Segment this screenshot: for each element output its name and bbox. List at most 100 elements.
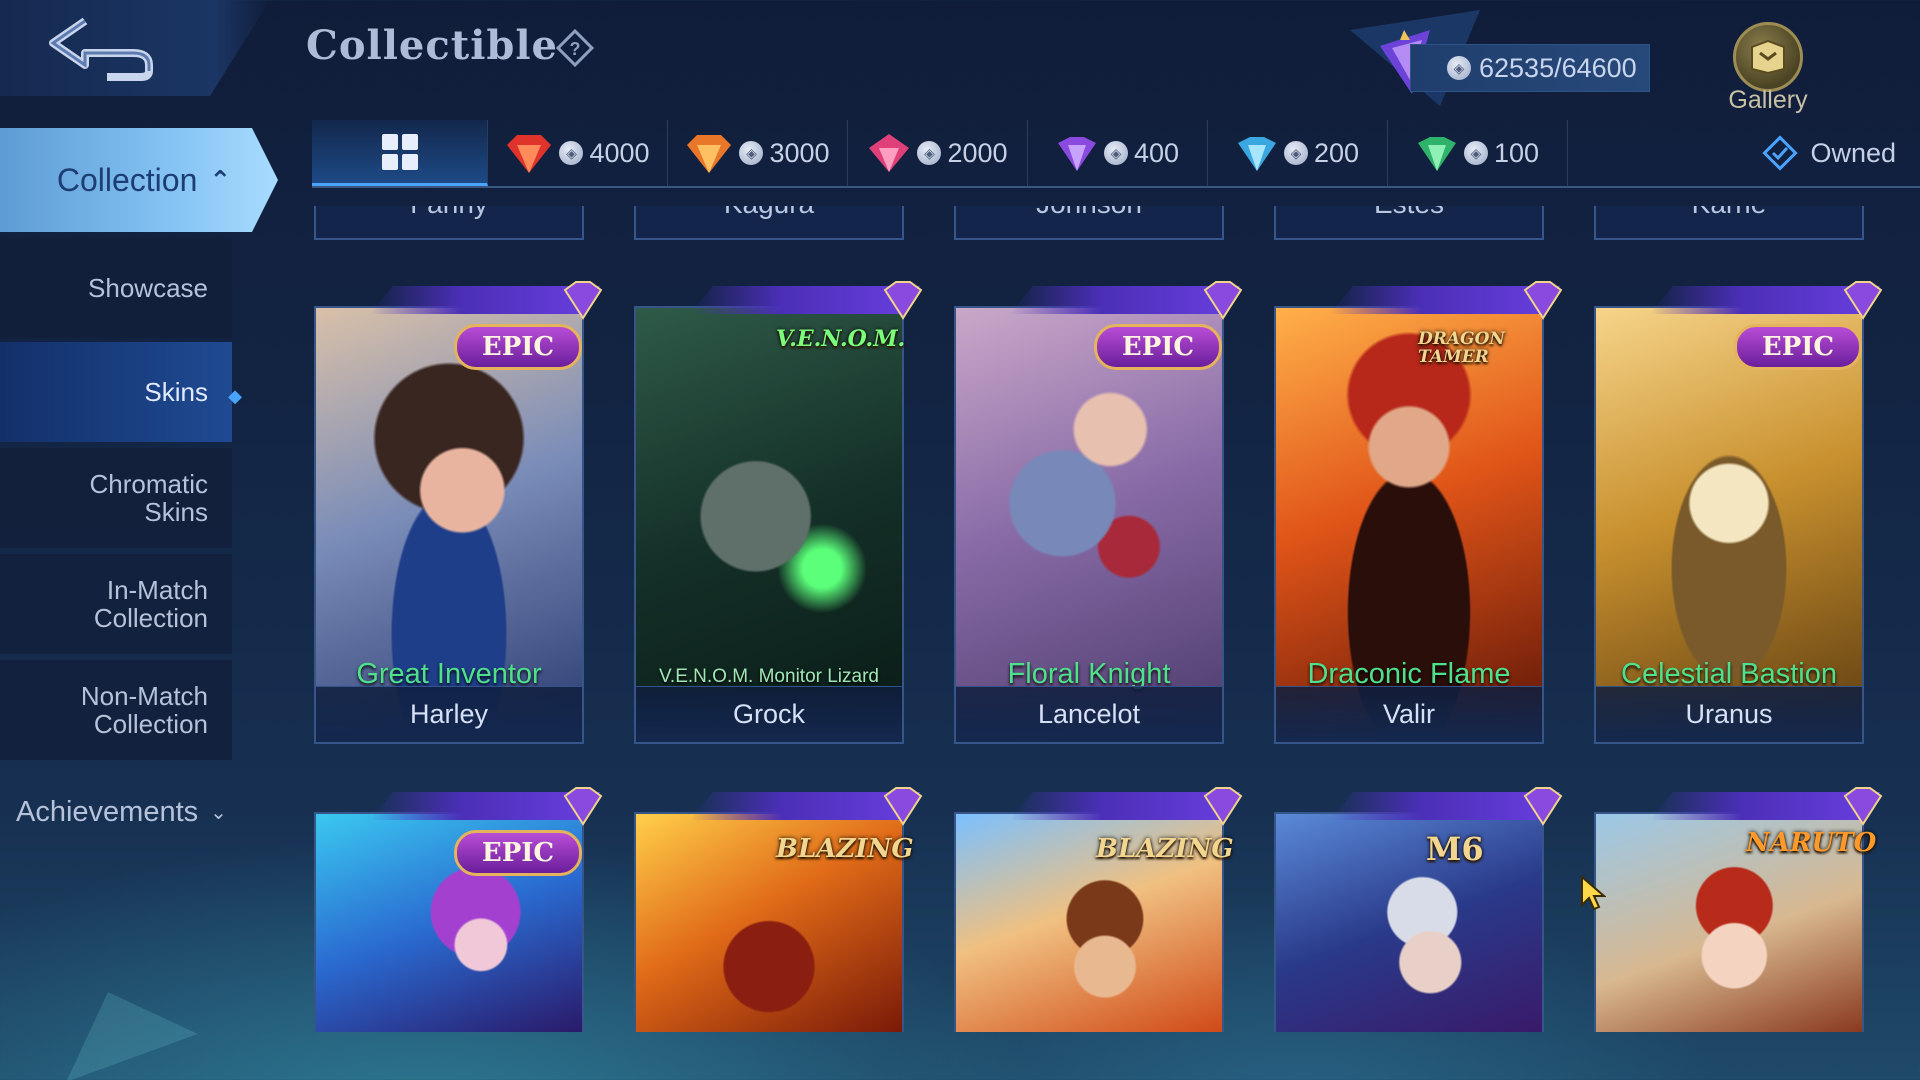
- partial-card[interactable]: Estes: [1274, 206, 1544, 240]
- sidebar-item-chromatic-skins[interactable]: Chromatic Skins: [0, 448, 232, 548]
- achievements-label: Achievements: [16, 796, 199, 828]
- coin-icon: ◈: [1283, 141, 1308, 165]
- skin-card[interactable]: M6: [1274, 787, 1563, 1032]
- tab-all[interactable]: [312, 120, 488, 186]
- tab-label: 4000: [589, 137, 650, 168]
- hero-name: Grock: [636, 686, 902, 742]
- mouse-cursor-icon: [1581, 875, 1606, 911]
- skin-card[interactable]: DRAGON TAMER Draconic Flame Valir: [1274, 281, 1563, 744]
- sidebar-item-non-match-collection[interactable]: Non-Match Collection: [0, 660, 232, 760]
- help-icon[interactable]: ?: [555, 28, 595, 68]
- skin-card[interactable]: EPIC Great Inventor Harley: [314, 281, 603, 744]
- collection-points: ◈ 62535/64600: [1410, 44, 1650, 92]
- coin-icon: ◈: [1103, 141, 1128, 165]
- skin-name: V.E.N.O.M. Monitor Lizard: [659, 666, 879, 687]
- sidebar-item-label: In-Match Collection: [93, 575, 208, 633]
- purple-crystal-icon: [563, 281, 603, 320]
- coin-icon: ◈: [1447, 56, 1471, 80]
- sidebar-item-showcase[interactable]: Showcase: [0, 238, 232, 338]
- skin-art: [1276, 814, 1542, 1032]
- gallery-icon: [1733, 22, 1803, 92]
- hero-name: Estes: [1276, 206, 1542, 220]
- back-button[interactable]: [0, 0, 270, 96]
- blue-crystal-icon: [1237, 137, 1276, 171]
- tab-200[interactable]: ◈ 200: [1208, 120, 1388, 186]
- epic-badge: EPIC: [1734, 324, 1862, 370]
- purple-crystal-icon: [883, 281, 923, 320]
- tab-100[interactable]: ◈ 100: [1388, 120, 1568, 186]
- series-logo: DRAGON TAMER: [1418, 329, 1505, 367]
- partial-card[interactable]: Karrie: [1594, 206, 1864, 240]
- sidebar-achievements[interactable]: Achievements ⌄: [16, 796, 227, 829]
- sidebar-item-label: Chromatic Skins: [89, 469, 208, 527]
- series-logo: V.E.N.O.M.: [776, 326, 906, 352]
- coin-icon: ◈: [739, 141, 764, 165]
- sidebar-item-in-match-collection[interactable]: In-Match Collection: [0, 554, 232, 654]
- green-crystal-icon: [1417, 137, 1456, 171]
- gallery-label: Gallery: [1728, 86, 1808, 114]
- skin-card[interactable]: NARUTO: [1594, 787, 1883, 1032]
- skin-card[interactable]: EPIC Floral Knight Lancelot: [954, 281, 1243, 744]
- skin-card[interactable]: EPIC Celestial Bastion Uranus: [1594, 281, 1883, 744]
- sidebar-collection-header[interactable]: Collection ⌃: [0, 128, 278, 232]
- hero-name: Valir: [1276, 686, 1542, 742]
- skin-card[interactable]: BLAZING: [634, 787, 923, 1032]
- epic-badge: EPIC: [454, 830, 582, 876]
- series-logo: NARUTO: [1746, 828, 1877, 858]
- purple-crystal-icon: [1523, 281, 1563, 320]
- sidebar-item-label: Non-Match Collection: [80, 681, 208, 739]
- coin-icon: ◈: [917, 141, 942, 165]
- collection-label: Collection: [56, 161, 198, 198]
- sidebar-item-skins[interactable]: Skins ◆: [0, 342, 242, 442]
- rarity-tab-bar: ◈ 4000 ◈ 3000 ◈ 2000 ◈ 400 ◈ 200 ◈ 100 O…: [312, 120, 1920, 188]
- purple-crystal-icon: [1057, 137, 1096, 171]
- owned-filter-toggle[interactable]: Owned: [1762, 120, 1896, 186]
- hero-name: Harley: [316, 686, 582, 742]
- hero-name: Johnson: [956, 206, 1222, 220]
- gallery-button[interactable]: Gallery: [1718, 22, 1818, 114]
- skin-card[interactable]: EPIC: [314, 787, 603, 1032]
- coin-icon: ◈: [559, 141, 584, 165]
- owned-label: Owned: [1810, 137, 1896, 168]
- decorative-shape: [42, 968, 198, 1080]
- tab-label: 3000: [769, 137, 830, 168]
- tab-400[interactable]: ◈ 400: [1028, 120, 1208, 186]
- coin-icon: ◈: [1463, 141, 1488, 165]
- tab-label: 400: [1133, 137, 1180, 168]
- partial-card[interactable]: Johnson: [954, 206, 1224, 240]
- purple-crystal-icon: [563, 787, 603, 826]
- skin-card[interactable]: BLAZING: [954, 787, 1243, 1032]
- chevron-down-icon: ⌄: [210, 802, 227, 824]
- chevron-up-icon: ⌃: [209, 164, 232, 195]
- hero-name: Kagura: [636, 206, 902, 220]
- tab-2000[interactable]: ◈ 2000: [848, 120, 1028, 186]
- hero-name: Uranus: [1596, 686, 1862, 742]
- hero-name: Fanny: [316, 206, 582, 220]
- svg-text:?: ?: [570, 39, 581, 59]
- purple-crystal-icon: [1843, 787, 1883, 826]
- skin-card[interactable]: V.E.N.O.M. V.E.N.O.M. Monitor Lizard Gro…: [634, 281, 923, 744]
- epic-badge: EPIC: [454, 324, 582, 370]
- red-crystal-icon: [507, 135, 552, 173]
- epic-badge: EPIC: [1094, 324, 1222, 370]
- pink-crystal-icon: [869, 134, 910, 172]
- series-logo: BLAZING: [776, 834, 914, 864]
- hero-name: Lancelot: [956, 686, 1222, 742]
- hero-name: Karrie: [1596, 206, 1862, 220]
- partial-card[interactable]: Fanny: [314, 206, 584, 240]
- active-diamond-icon: ◆: [228, 386, 242, 406]
- partial-card[interactable]: Kagura: [634, 206, 904, 240]
- purple-crystal-icon: [1203, 787, 1243, 826]
- tab-3000[interactable]: ◈ 3000: [668, 120, 848, 186]
- back-arrow-icon: [49, 17, 153, 81]
- points-value: 62535/64600: [1479, 52, 1637, 83]
- tab-4000[interactable]: ◈ 4000: [488, 120, 668, 186]
- tab-label: 2000: [947, 137, 1008, 168]
- series-logo: M6: [1426, 830, 1484, 868]
- purple-crystal-icon: [883, 787, 923, 826]
- sidebar-item-label: Showcase: [88, 273, 208, 303]
- purple-crystal-icon: [1843, 281, 1883, 320]
- owned-checkbox-icon: [1762, 135, 1799, 171]
- series-logo: BLAZING: [1096, 834, 1234, 864]
- grid-icon: [381, 133, 418, 170]
